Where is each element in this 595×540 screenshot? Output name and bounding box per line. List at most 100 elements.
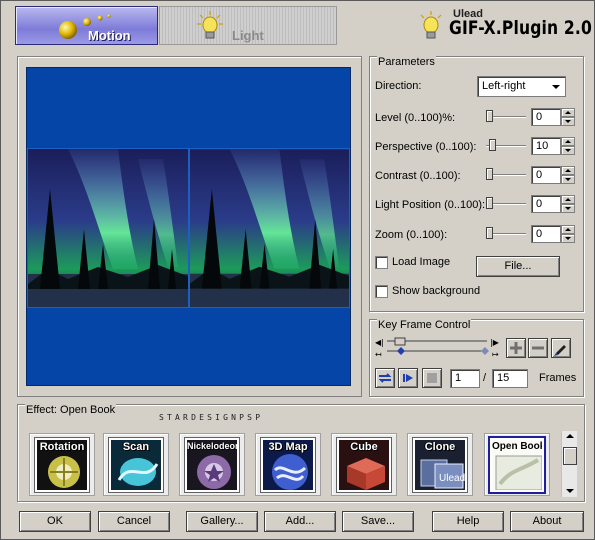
keyframe-group: Key Frame Control ◀| |▶ ↤ ↦ 1 / 15 Frame…: [369, 319, 584, 397]
current-frame-input[interactable]: 1: [450, 369, 480, 388]
frame-separator: /: [483, 372, 487, 384]
total-frames-input[interactable]: 15: [492, 369, 528, 388]
spin-up-button[interactable]: [561, 137, 575, 146]
level-spinner[interactable]: 0: [531, 108, 575, 126]
perspective-spinner[interactable]: 10: [531, 137, 575, 155]
brand-logo: Ulead GIF-X.Plugin 2.0: [413, 4, 592, 46]
keyframe-timeline[interactable]: ◀| |▶ ↤ ↦: [375, 337, 503, 361]
tab-light-label: Light: [232, 28, 264, 43]
spin-up-button[interactable]: [561, 108, 575, 117]
spin-down-button[interactable]: [561, 117, 575, 126]
effect-nickelodeon[interactable]: Nickelodeon: [179, 433, 245, 496]
play-icon: [403, 374, 413, 382]
play-button[interactable]: [398, 368, 418, 388]
aurora-forest-image: [28, 149, 188, 307]
tab-light[interactable]: Light: [159, 6, 337, 45]
effect-scan-label: Scan: [122, 441, 150, 453]
light-position-spinner[interactable]: 0: [531, 195, 575, 213]
spin-down-button[interactable]: [561, 204, 575, 213]
svg-text:↤: ↤: [375, 350, 382, 359]
loop-icon: [378, 373, 392, 383]
plus-icon: [510, 342, 522, 354]
about-button[interactable]: About: [510, 511, 584, 532]
help-button[interactable]: Help: [432, 511, 504, 532]
zoom-label: Zoom (0..100):: [375, 229, 448, 241]
direction-label: Direction:: [375, 80, 422, 92]
preview-canvas: [26, 67, 351, 386]
lightbulb-icon: [197, 11, 223, 39]
minus-icon: [532, 346, 544, 350]
spin-down-button[interactable]: [561, 234, 575, 243]
current-frame-value: 1: [455, 372, 462, 384]
effect-clone-label: Clone: [424, 441, 456, 453]
effect-rotation[interactable]: Rotation: [29, 433, 95, 496]
spin-up-button[interactable]: [561, 166, 575, 175]
add-button[interactable]: Add...: [264, 511, 336, 532]
frames-label: Frames: [539, 372, 577, 384]
cancel-button[interactable]: Cancel: [98, 511, 170, 532]
show-background-label: Show background: [392, 285, 481, 297]
direction-value: Left-right: [482, 80, 526, 92]
contrast-label: Contrast (0..100):: [375, 170, 461, 182]
gallery-button[interactable]: Gallery...: [186, 511, 258, 532]
aurora-forest-image-copy: [190, 149, 349, 307]
slider-thumb[interactable]: [486, 110, 493, 122]
slider-thumb[interactable]: [486, 168, 493, 180]
loop-button[interactable]: [375, 368, 395, 388]
ok-button[interactable]: OK: [19, 511, 91, 532]
light-position-label: Light Position (0..100):: [375, 199, 486, 211]
scroll-up-button[interactable]: [562, 431, 578, 443]
spin-up-button[interactable]: [561, 225, 575, 234]
level-value[interactable]: 0: [536, 111, 542, 123]
svg-text:◀|: ◀|: [375, 338, 384, 347]
slider-thumb[interactable]: [489, 139, 496, 151]
level-slider[interactable]: [486, 110, 526, 124]
edit-keyframe-button[interactable]: [551, 338, 571, 358]
stop-button[interactable]: [422, 368, 442, 388]
perspective-value[interactable]: 10: [536, 140, 548, 152]
file-button[interactable]: File...: [476, 256, 560, 277]
tab-motion[interactable]: Motion: [15, 6, 158, 45]
effects-row: Rotation Scan Nickelodeon 3D Map Cube Cl…: [29, 404, 559, 502]
direction-select[interactable]: Left-right: [477, 76, 566, 97]
total-frames-value: 15: [497, 372, 510, 384]
show-background-checkbox[interactable]: [375, 285, 388, 298]
load-image-label: Load Image: [392, 256, 451, 268]
keyframe-title: Key Frame Control: [377, 319, 472, 331]
svg-text:Ulead: Ulead: [439, 473, 465, 484]
zoom-slider[interactable]: [486, 227, 526, 241]
spin-up-button[interactable]: [561, 195, 575, 204]
effect-rotation-label: Rotation: [39, 441, 85, 453]
preview-image-right: [189, 148, 350, 308]
effect-scan[interactable]: Scan: [103, 433, 169, 496]
light-position-slider[interactable]: [486, 197, 526, 211]
perspective-slider[interactable]: [486, 139, 526, 153]
svg-text:|▶: |▶: [490, 338, 500, 347]
spin-down-button[interactable]: [561, 175, 575, 184]
effect-cube[interactable]: Cube: [331, 433, 397, 496]
effect-clone[interactable]: Clone Ulead: [407, 433, 473, 496]
light-position-value[interactable]: 0: [536, 198, 542, 210]
tab-motion-label: Motion: [88, 28, 131, 43]
parameters-group: Parameters Direction: Left-right Level (…: [369, 56, 584, 312]
level-label: Level (0..100)%:: [375, 112, 456, 124]
load-image-checkbox[interactable]: [375, 256, 388, 269]
slider-thumb[interactable]: [486, 197, 493, 209]
contrast-slider[interactable]: [486, 168, 526, 182]
add-keyframe-button[interactable]: [506, 338, 526, 358]
preview-image-left: [27, 148, 189, 308]
effects-scrollbar[interactable]: [561, 431, 577, 497]
scroll-thumb[interactable]: [563, 447, 577, 465]
contrast-value[interactable]: 0: [536, 169, 542, 181]
contrast-spinner[interactable]: 0: [531, 166, 575, 184]
zoom-spinner[interactable]: 0: [531, 225, 575, 243]
scroll-down-button[interactable]: [562, 485, 578, 497]
save-button[interactable]: Save...: [342, 511, 414, 532]
effect-3d-map[interactable]: 3D Map: [255, 433, 321, 496]
zoom-value[interactable]: 0: [536, 228, 542, 240]
remove-keyframe-button[interactable]: [528, 338, 548, 358]
spin-down-button[interactable]: [561, 146, 575, 155]
brand-lightbulb-icon: [420, 11, 442, 39]
slider-thumb[interactable]: [486, 227, 493, 239]
effect-open-book[interactable]: Open Book: [484, 433, 550, 496]
